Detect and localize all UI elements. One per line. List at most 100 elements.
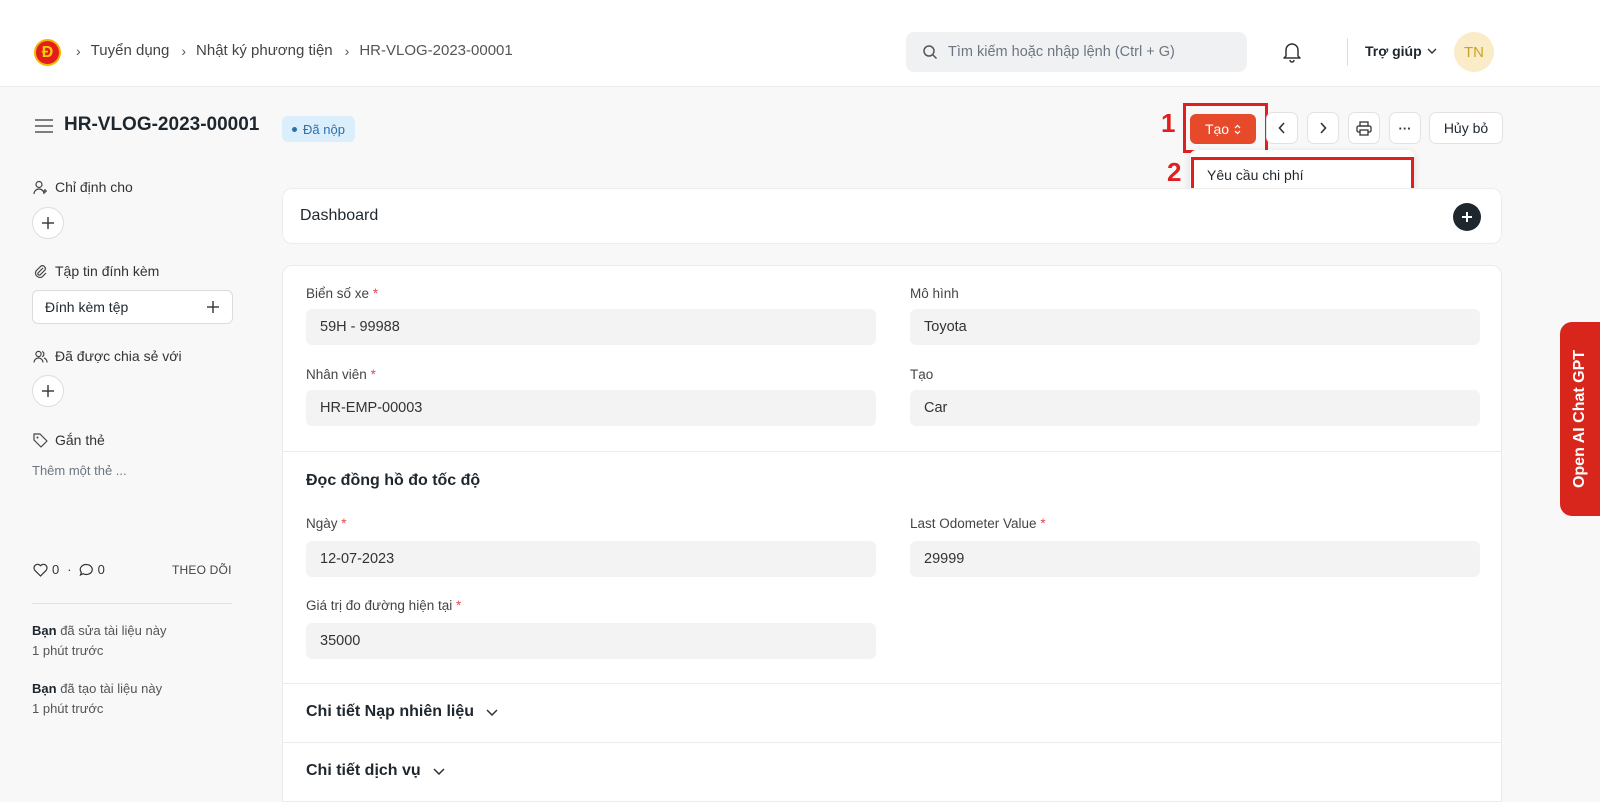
more-actions-button[interactable]: ··· [1389, 112, 1421, 144]
employee-field[interactable]: HR-EMP-00003 [306, 390, 876, 426]
attach-file-button[interactable]: Đính kèm tệp [32, 290, 233, 324]
sidebar-divider [32, 603, 232, 604]
tag-icon [33, 432, 48, 448]
share-add-button[interactable] [32, 375, 64, 407]
breadcrumb-current[interactable]: HR-VLOG-2023-00001 [359, 42, 512, 59]
previous-button[interactable] [1266, 112, 1298, 144]
separator-dot: · [67, 562, 72, 577]
divider [1347, 38, 1348, 66]
section-divider [283, 451, 1501, 452]
model-label: Mô hình [910, 286, 959, 301]
search-placeholder: Tìm kiếm hoặc nhập lệnh (Ctrl + G) [948, 44, 1175, 60]
notification-bell-icon[interactable] [1282, 41, 1302, 66]
license-plate-field[interactable]: 59H - 99988 [306, 309, 876, 345]
search-input[interactable]: Tìm kiếm hoặc nhập lệnh (Ctrl + G) [906, 32, 1247, 72]
status-dot-icon [292, 126, 297, 132]
model-field[interactable]: Toyota [910, 309, 1480, 345]
attach-file-label: Đính kèm tệp [45, 299, 129, 315]
sidebar-toggle-icon[interactable] [35, 119, 53, 136]
assign-to-section: Chỉ định cho [33, 179, 133, 195]
fuel-section-toggle[interactable]: Chi tiết Nạp nhiên liệu [306, 703, 498, 721]
odometer-section-title: Đọc đồng hồ đo tốc độ [306, 472, 481, 489]
service-section-toggle[interactable]: Chi tiết dịch vụ [306, 762, 445, 780]
chevron-right-icon: › [181, 42, 187, 59]
shared-with-label: Đã được chia sẻ với [55, 348, 182, 364]
activity-item: Bạn đã tạo tài liệu này 1 phút trước [32, 679, 162, 719]
attachments-label: Tập tin đính kèm [55, 263, 160, 279]
help-menu[interactable]: Trợ giúp [1365, 43, 1437, 59]
add-tag-link[interactable]: Thêm một thẻ ... [32, 463, 127, 478]
chevron-down-icon [486, 708, 498, 716]
chevron-right-icon: › [344, 42, 350, 59]
last-odometer-label: Last Odometer Value * [910, 516, 1046, 531]
section-divider [283, 683, 1501, 684]
date-label: Ngày * [306, 516, 347, 531]
make-field[interactable]: Car [910, 390, 1480, 426]
comments-count: 0 [97, 562, 105, 577]
help-label: Trợ giúp [1365, 43, 1422, 59]
cancel-button[interactable]: Hủy bỏ [1429, 112, 1503, 144]
search-icon [923, 45, 938, 60]
breadcrumb: › Tuyển dụng › Nhật ký phương tiện › HR-… [76, 42, 525, 59]
chevron-right-icon: › [76, 42, 81, 59]
activity-time: 1 phút trước [32, 701, 104, 716]
activity-item: Bạn đã sửa tài liệu này 1 phút trước [32, 621, 166, 661]
breadcrumb-recruitment[interactable]: Tuyển dụng [91, 42, 170, 59]
print-button[interactable] [1348, 112, 1380, 144]
current-odometer-label: Giá trị đo đường hiện tại * [306, 598, 462, 613]
chat-gpt-label: Open AI Chat GPT [1571, 349, 1588, 489]
status-label: Đã nộp [303, 121, 345, 137]
heart-icon[interactable] [33, 563, 48, 577]
follow-button[interactable]: THEO DÕI [172, 563, 232, 577]
license-plate-label: Biển số xe * [306, 286, 379, 301]
last-odometer-field[interactable]: 29999 [910, 541, 1480, 577]
activity-user: Bạn [32, 623, 57, 638]
date-field[interactable]: 12-07-2023 [306, 541, 876, 577]
engagement-stats: 0 · 0 [33, 562, 109, 577]
current-odometer-field[interactable]: 35000 [306, 623, 876, 659]
users-icon [33, 350, 48, 363]
attachments-section: Tập tin đính kèm [33, 263, 159, 279]
likes-count: 0 [52, 562, 60, 577]
chevron-left-icon [1278, 122, 1285, 134]
status-badge: Đã nộp [282, 116, 355, 142]
plus-icon [42, 217, 54, 229]
breadcrumb-vehicle-log[interactable]: Nhật ký phương tiện [196, 42, 333, 59]
activity-user: Bạn [32, 681, 57, 696]
tags-section: Gắn thẻ [33, 432, 105, 448]
employee-label: Nhân viên * [306, 367, 376, 382]
tags-label: Gắn thẻ [55, 432, 105, 448]
annotation-step-1: 1 [1161, 108, 1176, 138]
assign-add-button[interactable] [32, 207, 64, 239]
dashboard-card: Dashboard [282, 188, 1502, 244]
annotation-step-2: 2 [1167, 157, 1182, 187]
next-button[interactable] [1307, 112, 1339, 144]
shared-with-section: Đã được chia sẻ với [33, 348, 182, 364]
plus-icon [1462, 212, 1472, 222]
page-title: HR-VLOG-2023-00001 [64, 114, 260, 135]
chat-gpt-side-tab[interactable]: Open AI Chat GPT [1560, 322, 1600, 516]
section-divider [283, 742, 1501, 743]
assign-label: Chỉ định cho [55, 179, 133, 195]
chevron-down-icon [433, 767, 445, 775]
printer-icon [1356, 120, 1372, 136]
plus-icon [42, 385, 54, 397]
chevron-updown-icon [1234, 124, 1241, 134]
dashboard-add-button[interactable] [1453, 203, 1481, 231]
fuel-section-title: Chi tiết Nạp nhiên liệu [306, 703, 475, 720]
activity-action: đã sửa tài liệu này [60, 623, 167, 638]
activity-time: 1 phút trước [32, 643, 104, 658]
dashboard-title[interactable]: Dashboard [300, 207, 378, 225]
comment-icon[interactable] [79, 563, 94, 577]
chevron-down-icon [1427, 48, 1437, 54]
create-label: Tạo [1204, 121, 1230, 137]
plus-icon [207, 301, 219, 313]
service-section-title: Chi tiết dịch vụ [306, 762, 421, 779]
form-card: Biển số xe * 59H - 99988 Mô hình Toyota … [282, 265, 1502, 802]
app-logo[interactable]: Đ [34, 39, 61, 66]
avatar[interactable]: TN [1454, 32, 1494, 72]
paperclip-icon [34, 264, 47, 278]
create-button[interactable]: Tạo [1190, 114, 1256, 144]
user-add-icon [33, 180, 47, 194]
navbar: Đ › Tuyển dụng › Nhật ký phương tiện › H… [0, 0, 1600, 87]
